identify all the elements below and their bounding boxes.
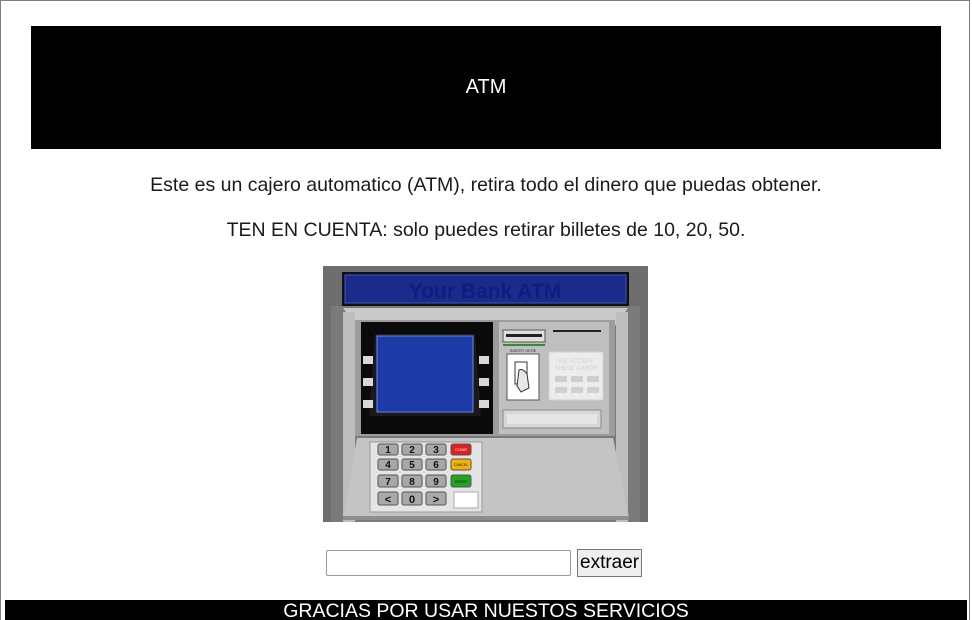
key-2: 2 [409, 445, 415, 456]
extract-button[interactable]: extraer [577, 549, 643, 577]
intro-text: Este es un cajero automatico (ATM), reti… [150, 174, 822, 196]
amount-input[interactable] [326, 550, 571, 576]
note-text: TEN EN CUENTA: solo puedes retirar bille… [226, 219, 746, 241]
atm-image: Your Bank ATM INSERT HERE WE ACCEPT THES… [323, 266, 648, 522]
key-8: 8 [409, 477, 415, 488]
key-5: 5 [409, 460, 415, 471]
page-title: ATM [465, 76, 507, 98]
key-7: 7 [385, 477, 391, 488]
key-3: 3 [433, 445, 439, 456]
insert-label: INSERT HERE [510, 348, 537, 353]
atm-sign-text: Your Bank ATM [409, 280, 561, 303]
key-1: 1 [385, 445, 391, 456]
accept-label-1: WE ACCEPT [558, 359, 594, 365]
page-header: ATM [31, 26, 941, 149]
withdraw-form: extraer [326, 549, 643, 577]
key-left: < [385, 494, 391, 506]
key-0: 0 [409, 494, 415, 506]
key-right: > [433, 494, 439, 506]
page-footer: GRACIAS POR USAR NUESTOS SERVICIOS [5, 600, 967, 620]
atm-illustration: Your Bank ATM INSERT HERE WE ACCEPT THES… [323, 266, 648, 522]
enter-key: ENTER [455, 480, 467, 484]
key-6: 6 [433, 460, 439, 471]
key-9: 9 [433, 477, 439, 488]
accept-label-2: THESE CARDS [555, 366, 598, 372]
cancel-key: CANCEL [454, 463, 468, 467]
footer-text: GRACIAS POR USAR NUESTOS SERVICIOS [283, 600, 689, 620]
key-4: 4 [385, 460, 391, 471]
clear-key: CLEAR [455, 448, 467, 452]
atm-screen [376, 335, 474, 413]
